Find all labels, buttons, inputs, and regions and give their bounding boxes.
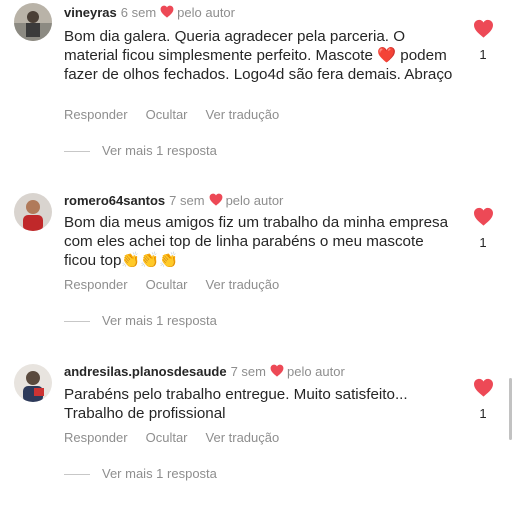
translate-button[interactable]: Ver tradução [206, 430, 280, 445]
view-replies-label: Ver mais 1 resposta [102, 466, 217, 481]
heart-icon[interactable] [472, 19, 494, 38]
username[interactable]: romero64santos [64, 193, 165, 208]
replies-divider [64, 151, 90, 153]
heart-icon[interactable] [472, 207, 494, 226]
reply-button[interactable]: Responder [64, 107, 128, 122]
like-count: 1 [479, 47, 487, 62]
reply-button[interactable]: Responder [64, 277, 128, 292]
view-replies-button[interactable]: Ver mais 1 resposta [64, 466, 217, 481]
heart-icon [209, 193, 223, 209]
translate-button[interactable]: Ver tradução [206, 107, 280, 122]
comment-time: 7 sem [230, 364, 266, 379]
author-like-label: pelo autor [225, 193, 284, 208]
comment-time: 7 sem [169, 193, 205, 208]
view-replies-label: Ver mais 1 resposta [102, 313, 217, 328]
username[interactable]: andresilas.planosdesaude [64, 364, 227, 379]
hide-button[interactable]: Ocultar [146, 107, 188, 122]
reply-button[interactable]: Responder [64, 430, 128, 445]
comment-text: Bom dia galera. Queria agradecer pela pa… [64, 28, 453, 83]
author-like-label: pelo autor [286, 364, 345, 379]
like-count: 1 [479, 235, 487, 250]
hide-button[interactable]: Ocultar [146, 430, 188, 445]
comment-time: 6 sem [120, 5, 157, 20]
author-like-label: pelo autor [177, 5, 235, 20]
translate-button[interactable]: Ver tradução [206, 277, 280, 292]
view-replies-button[interactable]: Ver mais 1 resposta [64, 143, 217, 158]
avatar[interactable] [14, 193, 52, 231]
heart-icon[interactable] [472, 378, 494, 397]
scrollbar[interactable] [509, 378, 512, 440]
like-count: 1 [479, 406, 487, 421]
heart-icon [270, 364, 284, 380]
avatar[interactable] [14, 364, 52, 402]
comment-text: Parabéns pelo trabalho entregue. Muito s… [64, 386, 408, 422]
view-replies-label: Ver mais 1 resposta [102, 143, 217, 158]
comment-text: Bom dia meus amigos fiz um trabalho da m… [64, 214, 449, 269]
replies-divider [64, 474, 90, 476]
replies-divider [64, 321, 90, 323]
view-replies-button[interactable]: Ver mais 1 resposta [64, 313, 217, 328]
heart-icon [160, 5, 174, 21]
username[interactable]: vineyras [64, 5, 117, 20]
avatar[interactable] [14, 3, 52, 41]
hide-button[interactable]: Ocultar [146, 277, 188, 292]
